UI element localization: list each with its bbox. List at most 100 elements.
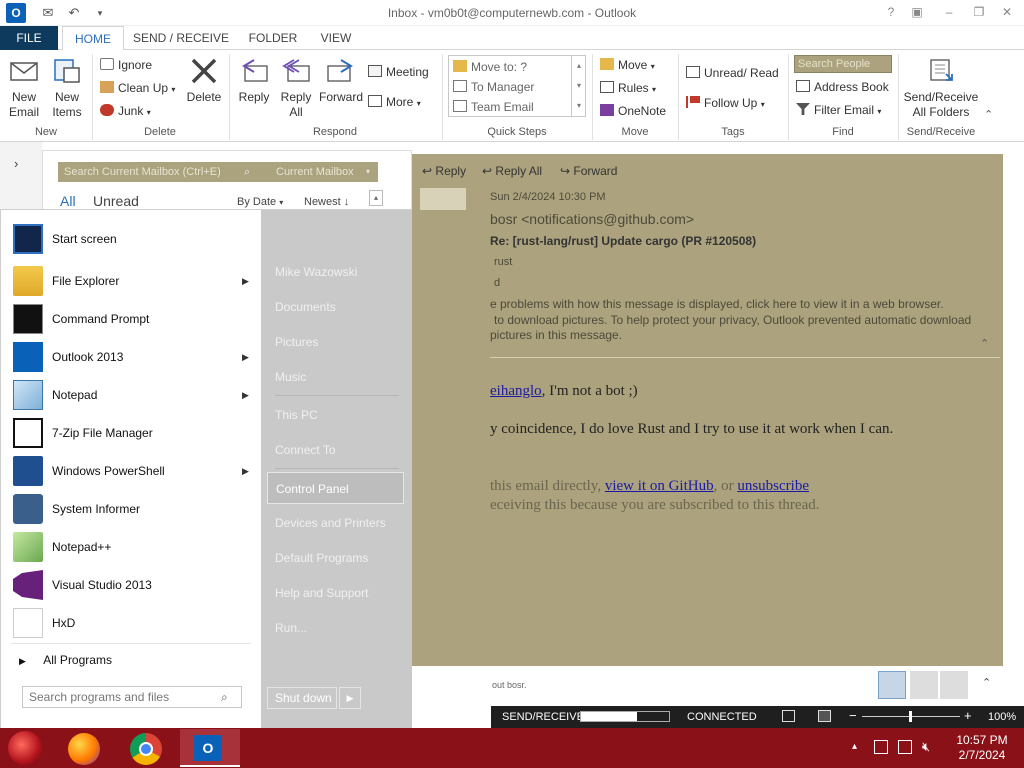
start-menu-place[interactable]: Control Panel	[267, 472, 404, 504]
all-programs-button[interactable]: ▶ All Programs	[19, 650, 249, 670]
start-menu-item[interactable]: HxD	[11, 606, 251, 640]
tab-folder[interactable]: FOLDER	[244, 26, 302, 50]
start-menu-place[interactable]: Run...	[275, 618, 405, 638]
start-menu-place[interactable]: Documents	[275, 297, 405, 317]
minimize-button[interactable]: –	[938, 3, 960, 21]
more-respond-button[interactable]: More ▾	[368, 94, 421, 112]
show-hidden-icons[interactable]: ▴	[852, 741, 857, 752]
rules-button[interactable]: Rules ▾	[600, 80, 656, 98]
reading-reply-all-button[interactable]: ↩ Reply All	[482, 164, 542, 178]
quick-step-team-email[interactable]: Team Email	[453, 99, 534, 115]
address-book-button[interactable]: Address Book	[796, 79, 889, 95]
view-on-github-link[interactable]: view it on GitHub	[605, 478, 714, 494]
move-button[interactable]: Move ▾	[600, 57, 655, 75]
zoom-in-icon[interactable]: +	[964, 708, 972, 723]
start-search-input[interactable]: Search programs and files ⌕	[22, 686, 242, 708]
scroll-up-icon[interactable]: ▴	[369, 190, 383, 206]
start-menu-place[interactable]: Default Programs	[275, 548, 405, 568]
expand-people-pane-icon[interactable]: ⌃	[982, 676, 991, 689]
collapse-ribbon-icon[interactable]: ⌃	[984, 108, 993, 121]
unread-read-button[interactable]: Unread/ Read	[686, 65, 779, 81]
start-menu-place[interactable]: Pictures	[275, 332, 405, 352]
new-email-button[interactable]: New Email	[4, 56, 44, 120]
display-problems-info[interactable]: e problems with how this message is disp…	[490, 297, 944, 311]
start-button[interactable]	[8, 731, 42, 765]
firefox-icon[interactable]	[68, 733, 100, 765]
start-menu-item[interactable]: Notepad++	[11, 530, 251, 564]
reply-button[interactable]: Reply	[234, 56, 274, 105]
search-mailbox-input[interactable]: Search Current Mailbox (Ctrl+E) ⌕ Curren…	[58, 162, 378, 182]
start-menu-item[interactable]: Outlook 2013 ▶	[11, 340, 251, 374]
reading-forward-button[interactable]: ↪ Forward	[560, 164, 617, 178]
quick-step-move-to[interactable]: Move to: ?	[453, 59, 527, 75]
delete-button[interactable]: Delete	[182, 56, 226, 105]
help-icon[interactable]: ?	[880, 3, 902, 21]
start-menu-item[interactable]: Notepad ▶	[11, 378, 251, 412]
submenu-arrow-icon[interactable]: ▶	[242, 454, 249, 488]
chevron-down-icon[interactable]: ▾	[366, 162, 370, 182]
close-button[interactable]: ✕	[996, 3, 1018, 21]
reading-reply-button[interactable]: ↩ Reply	[422, 164, 466, 178]
person-avatar-icon[interactable]	[878, 671, 906, 699]
tab-view[interactable]: VIEW	[312, 26, 360, 50]
tab-file[interactable]: FILE	[0, 26, 58, 50]
meeting-button[interactable]: Meeting	[368, 64, 429, 80]
quick-step-to-manager[interactable]: To Manager	[453, 79, 534, 95]
zoom-level[interactable]: 100%	[988, 711, 1016, 723]
start-menu-item[interactable]: Visual Studio 2013	[11, 568, 251, 602]
submenu-arrow-icon[interactable]: ▶	[242, 340, 249, 374]
expand-folder-pane-icon[interactable]: ›	[14, 156, 18, 171]
sort-by-date-button[interactable]: By Date ▾	[237, 196, 283, 208]
person-avatar-icon[interactable]	[910, 671, 938, 699]
forward-button[interactable]: Forward	[316, 56, 366, 105]
ignore-button[interactable]: Ignore	[100, 57, 152, 73]
download-pictures-info[interactable]: to download pictures. To help protect yo…	[494, 313, 971, 327]
start-menu-place[interactable]: Devices and Printers	[275, 513, 405, 533]
shutdown-options-icon[interactable]: ▶	[339, 687, 361, 709]
start-menu-place[interactable]: This PC	[275, 405, 405, 425]
action-center-icon[interactable]	[874, 740, 888, 754]
onenote-button[interactable]: OneNote	[600, 103, 666, 119]
quick-steps-scroll[interactable]: ▴ ▾ ▾	[571, 56, 586, 116]
collapse-header-icon[interactable]: ⌃	[980, 337, 989, 350]
sort-order-button[interactable]: Newest ↓	[304, 196, 349, 208]
chrome-icon[interactable]	[130, 733, 162, 765]
tab-send-receive[interactable]: SEND / RECEIVE	[132, 26, 230, 50]
start-menu-item[interactable]: Windows PowerShell ▶	[11, 454, 251, 488]
clock[interactable]: 10:57 PM 2/7/2024	[950, 733, 1014, 763]
new-items-button[interactable]: New Items	[48, 56, 86, 120]
start-menu-place[interactable]: Help and Support	[275, 583, 405, 603]
filter-all-tab[interactable]: All	[60, 193, 76, 209]
reply-all-button[interactable]: Reply All	[276, 56, 316, 120]
normal-view-icon[interactable]	[782, 710, 795, 722]
search-icon[interactable]: ⌕	[244, 162, 250, 182]
start-menu-item[interactable]: Start screen	[11, 222, 251, 256]
tab-home[interactable]: HOME	[62, 26, 124, 51]
search-icon[interactable]: ⌕	[221, 687, 228, 707]
submenu-arrow-icon[interactable]: ▶	[242, 378, 249, 412]
mention-link[interactable]: eihanglo	[490, 383, 542, 399]
zoom-slider-handle[interactable]	[909, 711, 912, 722]
submenu-arrow-icon[interactable]: ▶	[242, 264, 249, 298]
ribbon-display-icon[interactable]: ▣	[906, 3, 928, 21]
person-avatar-icon[interactable]	[940, 671, 968, 699]
maximize-button[interactable]: ❐	[968, 3, 990, 21]
start-menu-place[interactable]: Music	[275, 367, 405, 387]
zoom-out-icon[interactable]: −	[849, 708, 857, 723]
reading-view-icon[interactable]	[818, 710, 831, 722]
network-icon[interactable]	[898, 740, 912, 754]
junk-button[interactable]: Junk ▾	[100, 103, 151, 121]
filter-email-button[interactable]: Filter Email ▾	[796, 102, 881, 120]
volume-mute-icon[interactable]: 🔇︎	[922, 739, 930, 755]
start-menu-place[interactable]: Connect To	[275, 440, 405, 460]
outlook-taskbar-button[interactable]: O	[180, 729, 240, 767]
shutdown-button[interactable]: Shut down	[267, 687, 337, 709]
search-scope[interactable]: Current Mailbox	[276, 162, 354, 182]
unsubscribe-link[interactable]: unsubscribe	[737, 478, 809, 494]
follow-up-button[interactable]: Follow Up ▾	[686, 95, 765, 113]
filter-unread-tab[interactable]: Unread	[93, 193, 139, 209]
start-menu-item[interactable]: File Explorer ▶	[11, 264, 251, 298]
start-menu-item[interactable]: 7-Zip File Manager	[11, 416, 251, 450]
start-menu-item[interactable]: Command Prompt	[11, 302, 251, 336]
send-receive-all-button[interactable]: Send/Receive All Folders	[902, 56, 980, 120]
